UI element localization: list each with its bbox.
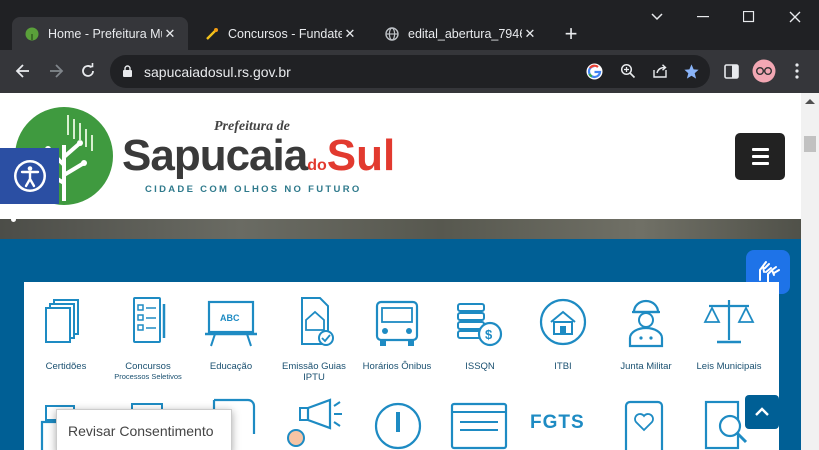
accessibility-icon [13,160,46,192]
page-scrollbar[interactable] [801,93,819,450]
minimize-button[interactable] [680,0,726,34]
tab-edital[interactable]: edital_abertura_7946 ✕ [372,17,548,50]
browser-toolbar: sapucaiadosul.rs.gov.br [0,50,819,93]
service-concursos[interactable]: Concursos Processos Seletivos [108,294,188,381]
coins-icon: $ [457,303,503,347]
chalkboard-icon: ABC [205,300,257,347]
wand-favicon-icon [204,26,220,42]
service-title: Emissão Guias IPTU [282,361,346,383]
phone-heart-icon[interactable] [616,398,676,450]
house-circle-icon [539,298,587,346]
tree-favicon-icon [24,26,40,42]
service-title: Leis Municipais [696,361,762,372]
service-onibus[interactable]: Horários Ônibus [357,294,437,372]
globe-favicon-icon [384,26,400,42]
hamburger-line [751,155,769,158]
service-certidoes[interactable]: Certidões [26,294,106,372]
hamburger-line [751,148,769,151]
service-title: Concursos [125,361,171,372]
soldier-icon [628,299,664,348]
list-icon[interactable] [450,400,510,450]
close-icon[interactable]: ✕ [522,26,538,42]
service-title: Horários Ônibus [362,361,432,372]
hamburger-line [751,162,769,165]
logo-word-do: do [307,157,327,174]
hero-image-strip [0,219,801,239]
more-menu-icon[interactable] [784,58,810,84]
checklist-icon [133,297,166,343]
tab-home[interactable]: Home - Prefeitura Mu ✕ [12,17,188,50]
maximize-button[interactable] [726,0,772,34]
fgts-icon[interactable]: FGTS [530,412,585,434]
logo-word-sul: Sul [326,131,396,180]
forward-button[interactable] [43,58,69,84]
url-text: sapucaiadosul.rs.gov.br [144,64,291,80]
chevron-up-icon [755,407,769,416]
svg-text:ABC: ABC [220,313,240,323]
service-title: ISSQN [465,361,495,372]
new-tab-button[interactable]: + [558,21,584,47]
service-educacao[interactable]: ABC Educação [191,294,271,372]
tab-label: edital_abertura_7946 [408,26,522,41]
service-subtitle: Processos Seletivos [114,372,182,381]
close-icon[interactable]: ✕ [162,26,178,42]
svg-text:$: $ [485,327,493,342]
scales-icon [703,300,755,344]
google-translate-icon[interactable] [586,63,603,85]
service-title: Educação [209,361,253,372]
service-title: Junta Militar [620,361,672,372]
lock-icon[interactable] [122,65,133,83]
close-window-button[interactable] [772,0,818,34]
accessibility-button[interactable] [0,148,59,204]
address-bar[interactable]: sapucaiadosul.rs.gov.br [110,55,710,88]
bookmark-star-icon[interactable] [683,63,700,85]
share-icon[interactable] [652,63,669,84]
web-page: Prefeitura de SapucaiadoSul CIDADE COM O… [0,93,801,450]
review-consent-button[interactable]: Revisar Consentimento [56,409,232,450]
tab-concursos[interactable]: Concursos - Fundatec ✕ [192,17,368,50]
tab-label: Concursos - Fundatec [228,26,342,41]
scroll-up-arrow-icon[interactable] [805,99,815,104]
slider-dot[interactable] [11,217,16,222]
tab-label: Home - Prefeitura Mu [48,26,162,41]
back-button[interactable] [10,58,36,84]
tab-search-chevron-icon[interactable] [634,0,680,34]
logo-wordmark: SapucaiadoSul [122,131,395,181]
consent-label: Revisar Consentimento [68,423,214,439]
logo-word-sapucaia: Sapucaia [122,131,308,180]
profile-avatar[interactable] [751,58,777,84]
logo-tagline: CIDADE COM OLHOS NO FUTURO [145,184,362,195]
service-leis[interactable]: Leis Municipais [689,294,769,372]
alert-icon[interactable] [368,398,428,450]
service-title: ITBI [554,361,572,372]
reload-button[interactable] [75,58,101,84]
close-icon[interactable]: ✕ [342,26,358,42]
service-itbi[interactable]: ITBI [523,294,603,372]
service-issqn[interactable]: $ ISSQN [440,294,520,372]
back-to-top-button[interactable] [745,395,779,429]
house-document-icon [301,297,334,346]
service-iptu[interactable]: Emissão Guias IPTU [274,294,354,383]
zoom-icon[interactable] [620,63,636,84]
scrollbar-thumb[interactable] [804,136,816,152]
service-junta-militar[interactable]: Junta Militar [606,294,686,372]
documents-icon [45,299,79,343]
megaphone-icon[interactable] [286,396,346,450]
service-title: Certidões [45,361,87,372]
bus-icon [375,300,419,346]
tab-strip: Home - Prefeitura Mu ✕ Concursos - Funda… [0,0,819,50]
side-panel-icon[interactable] [718,58,744,84]
hamburger-menu-button[interactable] [735,133,785,180]
